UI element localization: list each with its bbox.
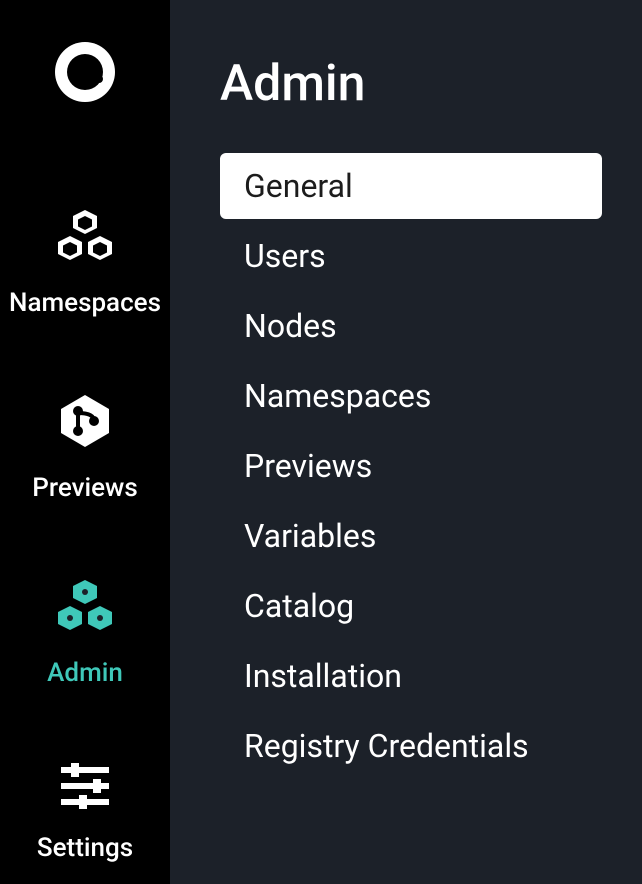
menu-item-installation[interactable]: Installation xyxy=(220,643,602,709)
git-branch-icon xyxy=(56,393,114,453)
admin-menu: General Users Nodes Namespaces Previews … xyxy=(220,153,602,783)
hexagons-icon xyxy=(55,578,115,638)
sidebar-item-previews[interactable]: Previews xyxy=(0,393,170,503)
content-area: Admin General Users Nodes Namespaces Pre… xyxy=(170,0,642,884)
menu-item-registry-credentials[interactable]: Registry Credentials xyxy=(220,713,602,779)
sidebar-item-label: Settings xyxy=(37,833,133,863)
menu-item-variables[interactable]: Variables xyxy=(220,503,602,569)
sidebar: Namespaces Previews Ad xyxy=(0,0,170,884)
menu-item-users[interactable]: Users xyxy=(220,223,602,289)
hexagons-icon xyxy=(55,208,115,268)
menu-item-catalog[interactable]: Catalog xyxy=(220,573,602,639)
logo[interactable] xyxy=(53,40,117,108)
sidebar-item-settings[interactable]: Settings xyxy=(0,763,170,863)
menu-item-general[interactable]: General xyxy=(220,153,602,219)
sidebar-item-label: Previews xyxy=(32,473,137,503)
sidebar-item-admin[interactable]: Admin xyxy=(0,578,170,688)
menu-item-nodes[interactable]: Nodes xyxy=(220,293,602,359)
menu-item-namespaces[interactable]: Namespaces xyxy=(220,363,602,429)
sliders-icon xyxy=(57,763,113,813)
menu-item-previews[interactable]: Previews xyxy=(220,433,602,499)
sidebar-item-label: Namespaces xyxy=(9,288,161,318)
page-title: Admin xyxy=(220,55,602,113)
sidebar-item-namespaces[interactable]: Namespaces xyxy=(0,208,170,318)
logo-icon xyxy=(53,40,117,104)
sidebar-item-label: Admin xyxy=(47,658,123,688)
